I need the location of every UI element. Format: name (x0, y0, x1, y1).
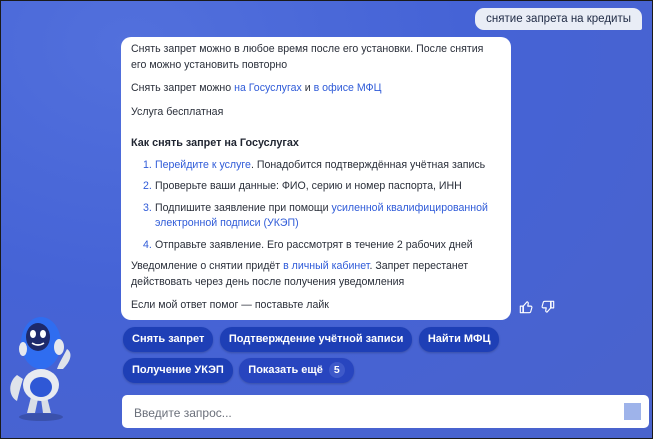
robot-assistant-icon (5, 313, 75, 423)
step-text-part: . Понадобится подтверждённая учётная зап… (250, 158, 486, 171)
chip-account-confirmation[interactable]: Подтверждение учётной записи (219, 327, 413, 352)
step-text-part: Подпишите заявление при помощи (155, 201, 332, 214)
step-number: 4. (143, 238, 152, 251)
steps-heading: Как снять запрет на Госуслугах (131, 137, 299, 149)
steps-list: 1. Перейдите к услуге. Понадобится подтв… (131, 158, 501, 254)
step-number: 3. (143, 201, 152, 214)
answer-paragraph-5: Если мой ответ помог — поставьте лайк (131, 299, 329, 311)
thumbs-down-icon[interactable] (541, 300, 555, 314)
gosuslugi-link[interactable]: на Госуслугах (234, 82, 302, 94)
answer-paragraph-3: Услуга бесплатная (131, 105, 224, 118)
answer-paragraph-2: Снять запрет можно на Госуслугах и в офи… (131, 81, 501, 97)
step-3: 3. Подпишите заявление при помощи усилен… (143, 201, 501, 232)
answer-text: Снять запрет можно (131, 82, 235, 94)
answer-paragraph-1: Снять запрет можно в любое время после е… (131, 43, 484, 71)
more-count-badge: 5 (328, 362, 345, 378)
step-2: 2. Проверьте ваши данные: ФИО, серию и н… (143, 179, 501, 195)
step-text: Подпишите заявление при помощи усиленной… (155, 201, 501, 232)
reactions (519, 300, 555, 314)
step-text: Проверьте ваши данные: ФИО, серию и номе… (155, 180, 462, 192)
step-number: 2. (143, 180, 152, 192)
step-1: 1. Перейдите к услуге. Понадобится подтв… (143, 158, 501, 174)
chip-remove-ban[interactable]: Снять запрет (123, 327, 214, 352)
bot-answer-card: Снять запрет можно в любое время после е… (121, 37, 511, 320)
answer-paragraph-4: Уведомление о снятии придёт в личный каб… (131, 259, 501, 290)
query-input[interactable] (132, 395, 616, 430)
chip-find-mfc[interactable]: Найти МФЦ (418, 327, 500, 352)
chat-window: снятие запрета на кредиты Снять запрет м… (0, 0, 653, 439)
thumbs-up-icon[interactable] (519, 300, 533, 314)
answer-text: и (301, 82, 314, 94)
user-message-bubble: снятие запрета на кредиты (475, 8, 642, 30)
query-input-bar (122, 395, 649, 430)
send-icon[interactable] (624, 403, 641, 420)
suggestion-chips: Снять запрет Подтверждение учётной запис… (123, 327, 543, 389)
answer-text: Уведомление о снятии придёт (131, 260, 284, 272)
chip-get-ukep[interactable]: Получение УКЭП (123, 358, 233, 383)
go-to-service-link[interactable]: Перейдите к услуге (155, 159, 251, 171)
step-4: 4. Отправьте заявление. Его рассмотрят в… (143, 238, 501, 254)
personal-account-link[interactable]: в личный кабинет (283, 260, 369, 272)
step-text: Перейдите к услуге. Понадобится подтверж… (155, 158, 501, 174)
step-number: 1. (143, 158, 152, 171)
show-more-label: Показать ещё (248, 364, 323, 376)
step-text: Отправьте заявление. Его рассмотрят в те… (155, 238, 473, 251)
chip-show-more[interactable]: Показать ещё 5 (239, 358, 354, 383)
mfc-office-link[interactable]: в офисе МФЦ (314, 82, 382, 94)
